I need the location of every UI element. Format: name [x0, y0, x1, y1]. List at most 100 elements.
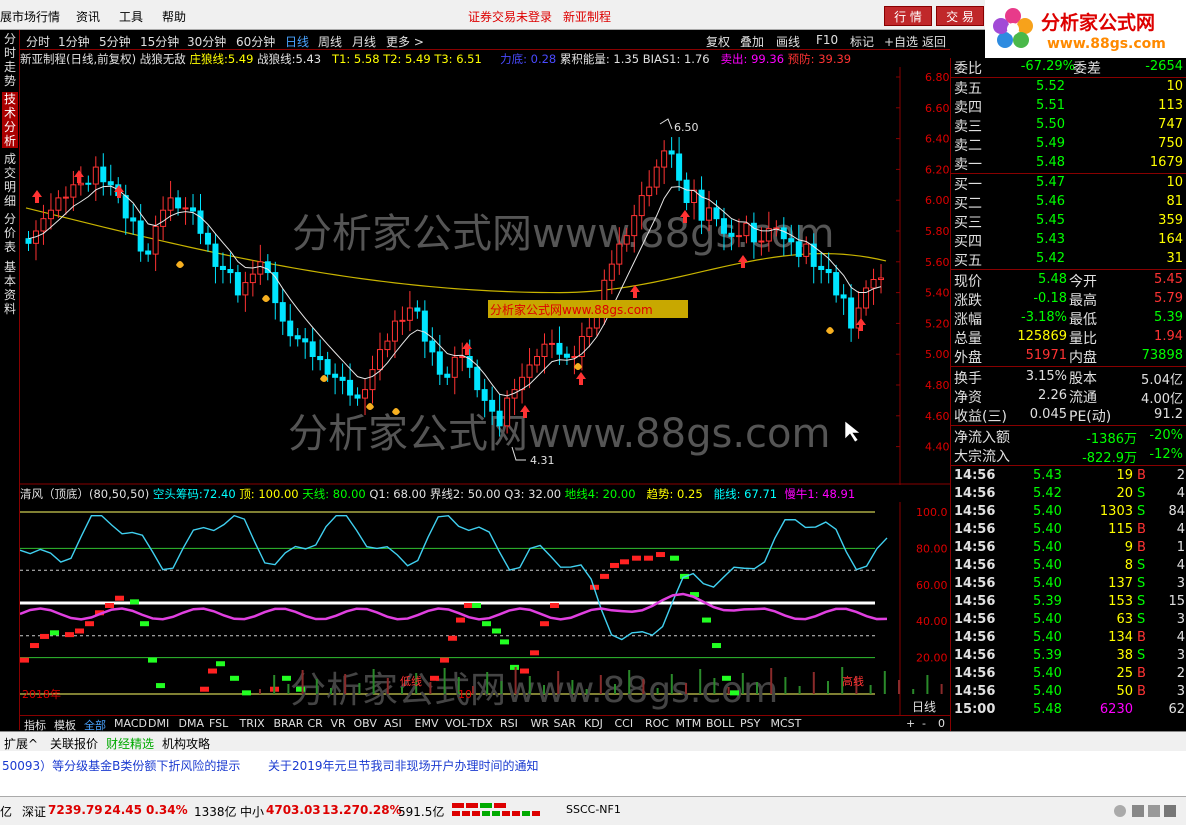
order-ratio-row: 委比 -67.29% 委差 -2654 — [951, 58, 1186, 77]
indicator-tab-rsi[interactable]: RSI — [500, 717, 518, 730]
indicator-tab-vr[interactable]: VR — [331, 717, 346, 730]
bid-row[interactable]: 买四 5.43 164 — [951, 231, 1186, 250]
indicator-tab-brar[interactable]: BRAR — [274, 717, 304, 730]
trade-button[interactable]: 交 易 — [936, 6, 984, 26]
stat-row: 现价 5.48 今开 5.45 — [951, 271, 1186, 290]
mark-button[interactable]: 标记 — [850, 33, 874, 50]
zoom-in-button[interactable]: + — [906, 717, 915, 730]
tick-count: 2 — [1176, 468, 1185, 483]
zoom-reset-button[interactable]: 0 — [938, 717, 945, 730]
tick-price: 5.40 — [1033, 576, 1062, 591]
indicator-tab-asi[interactable]: ASI — [384, 717, 402, 730]
zx-amount: 591.5亿 — [398, 805, 445, 819]
period-intraday[interactable]: 分时 — [26, 33, 50, 50]
finance-tab[interactable]: 财经精选 — [106, 735, 154, 752]
bid-volume: 164 — [1158, 232, 1183, 247]
indicator-tab-cr[interactable]: CR — [308, 717, 323, 730]
sz-change: 24.45 — [104, 803, 142, 817]
period-30min[interactable]: 30分钟 — [187, 33, 226, 50]
menu-help[interactable]: 帮助 — [162, 8, 186, 25]
osc-tick: 60.00 — [916, 579, 948, 592]
tab-technical[interactable]: 技术分析 — [2, 92, 18, 148]
status-prefix: 亿 — [0, 805, 13, 819]
sz-amount: 1338亿 — [194, 805, 237, 819]
period-1min[interactable]: 1分钟 — [58, 33, 90, 50]
menu-market[interactable]: 展市场行情 — [0, 8, 60, 25]
back-button[interactable]: 返回 — [922, 33, 946, 50]
period-daily[interactable]: 日线 — [285, 33, 309, 50]
zoom-out-button[interactable]: - — [922, 717, 926, 730]
f10-button[interactable]: F10 — [816, 33, 838, 47]
period-15min[interactable]: 15分钟 — [140, 33, 179, 50]
news-item-2[interactable]: 关于2019年元旦节我司非现场开户办理时间的通知 — [268, 757, 539, 774]
indicator-tab-boll[interactable]: BOLL — [706, 717, 734, 730]
sell-value: 卖出: 99.36 — [720, 52, 785, 66]
menu-news[interactable]: 资讯 — [76, 8, 100, 25]
ask-row[interactable]: 卖五 5.52 10 — [951, 78, 1186, 97]
main-indicator-info: 新亚制程(日线,前复权) 战狼无敌 庄狼线:5.49 战狼线:5.43 T1: … — [20, 51, 851, 67]
lidi-value: 力底: 0.28 — [500, 52, 557, 66]
tab-trades[interactable]: 成交明细 — [2, 152, 18, 208]
add-watchlist-button[interactable]: +自选 — [884, 33, 918, 50]
indicator-tab-mcst[interactable]: MCST — [771, 717, 802, 730]
osc-step-bar — [550, 603, 559, 608]
indicator-tab-kdj[interactable]: KDJ — [584, 717, 603, 730]
adjust-button[interactable]: 复权 — [706, 33, 730, 50]
draw-button[interactable]: 画线 — [776, 33, 800, 50]
tab-fundamentals[interactable]: 基本资料 — [2, 260, 18, 316]
stat-value: 5.48 — [1038, 272, 1067, 287]
institution-tab[interactable]: 机构攻略 — [162, 735, 210, 752]
bid-row[interactable]: 买二 5.46 81 — [951, 193, 1186, 212]
indicator-tab-psy[interactable]: PSY — [740, 717, 760, 730]
indicator-tab-dmi[interactable]: DMI — [148, 717, 169, 730]
bid-row[interactable]: 买五 5.42 31 — [951, 250, 1186, 269]
indicator-tab-roc[interactable]: ROC — [645, 717, 669, 730]
ask-row[interactable]: 卖四 5.51 113 — [951, 97, 1186, 116]
oscillator-chart[interactable]: 分析家公式网www.88gs.com 100.0 80.00 60.00 40.00 2… — [20, 502, 950, 715]
overlay-button[interactable]: 叠加 — [740, 33, 764, 50]
order-diff-value: -2654 — [1145, 59, 1183, 74]
indicator-tab-mtm[interactable]: MTM — [676, 717, 702, 730]
osc-q1: Q1: 68.00 — [369, 487, 427, 501]
login-status[interactable]: 证券交易未登录 — [468, 8, 552, 25]
watermark-2: 分析家公式网www.88gs.com — [288, 411, 830, 457]
indicator-tab-wr[interactable]: WR — [531, 717, 550, 730]
menu-tools[interactable]: 工具 — [119, 8, 143, 25]
ask-row[interactable]: 卖二 5.49 750 — [951, 135, 1186, 154]
indicator-tab-obv[interactable]: OBV — [354, 717, 377, 730]
indicator-tab-macd[interactable]: MACD — [114, 717, 147, 730]
tick-count: 3 — [1176, 612, 1185, 627]
indicator-tab-cci[interactable]: CCI — [615, 717, 634, 730]
ask-row[interactable]: 卖一 5.48 1679 — [951, 154, 1186, 173]
bid-row[interactable]: 买三 5.45 359 — [951, 212, 1186, 231]
period-5min[interactable]: 5分钟 — [99, 33, 131, 50]
indicator-tab-emv[interactable]: EMV — [415, 717, 439, 730]
osc-tianxian: 天线: 80.00 — [302, 487, 366, 501]
zs-value: 5.43 — [295, 52, 322, 66]
indicator-tab-trix[interactable]: TRIX — [240, 717, 265, 730]
period-monthly[interactable]: 月线 — [352, 33, 376, 50]
related-quotes-tab[interactable]: 关联报价 — [50, 735, 98, 752]
indicator-tab-vol-tdx[interactable]: VOL-TDX — [445, 717, 493, 730]
ask-volume: 10 — [1166, 79, 1183, 94]
indicator-tab-dma[interactable]: DMA — [179, 717, 205, 730]
period-more[interactable]: 更多 > — [386, 33, 424, 50]
tab-price-table[interactable]: 分价表 — [2, 212, 18, 254]
indicator-tab-fsl[interactable]: FSL — [209, 717, 228, 730]
candlestick-chart[interactable]: 分析家公式网www.88gs.com 分析家公式网www.88gs.com 分析… — [20, 67, 950, 485]
bid-label: 买五 — [954, 253, 982, 269]
tick-time: 14:56 — [954, 612, 996, 627]
tab-intraday[interactable]: 分时走势 — [2, 32, 18, 88]
period-60min[interactable]: 60分钟 — [236, 33, 275, 50]
buy-arrow-icon — [32, 190, 42, 203]
tick-count: 1 — [1176, 540, 1185, 555]
osc-step-bar — [430, 675, 439, 681]
ask-row[interactable]: 卖三 5.50 747 — [951, 116, 1186, 135]
news-item-1[interactable]: 50093）等分级基金B类份额下折风险的提示 — [2, 757, 240, 774]
period-weekly[interactable]: 周线 — [318, 33, 342, 50]
quote-button[interactable]: 行 情 — [884, 6, 932, 26]
tick-price: 5.43 — [1033, 468, 1062, 483]
indicator-tab-sar[interactable]: SAR — [554, 717, 576, 730]
bid-row[interactable]: 买一 5.47 10 — [951, 174, 1186, 193]
expand-tab[interactable]: 扩展^ — [4, 735, 38, 752]
